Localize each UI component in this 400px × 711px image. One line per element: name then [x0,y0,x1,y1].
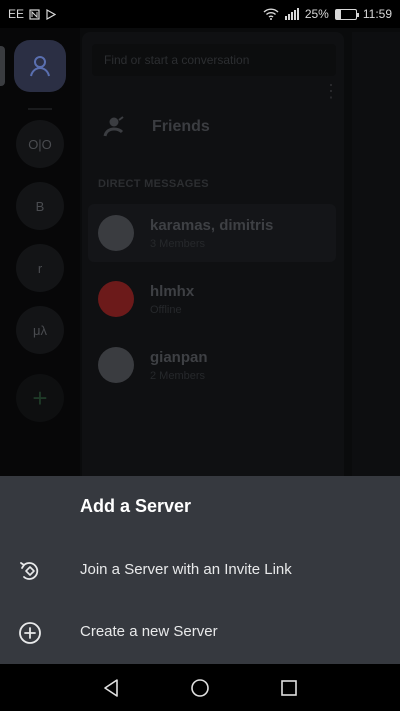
recents-button[interactable] [275,674,303,702]
sheet-title: Add a Server [80,496,192,516]
dm-name: gianpan [150,349,208,366]
play-store-icon [46,8,57,20]
status-left: EE [8,7,57,21]
search-input[interactable]: Find or start a conversation [92,44,336,76]
add-circle-icon [19,622,41,644]
server-icon[interactable]: r [16,244,64,292]
carrier-label: EE [8,7,25,21]
signal-icon [284,8,299,20]
background-app: O|O B r μλ + Find or start a conversatio… [0,28,400,476]
home-icon [191,679,209,697]
nfc-icon [29,8,40,20]
wifi-icon [263,8,279,20]
add-server-sheet: Add a Server Join a Server with an Invit… [0,476,400,664]
join-server-option[interactable]: Join a Server with an Invite Link [0,543,400,599]
dm-subtitle: 3 Members [150,238,206,250]
clock: 11:59 [362,7,392,21]
friends-icon [103,116,124,137]
back-icon [104,679,118,697]
add-server-button[interactable]: + [16,374,64,422]
dm-panel: Find or start a conversation ⋮ Friends D… [82,32,344,476]
friends-item[interactable]: Friends [102,114,210,140]
dm-row[interactable]: karamas, dimitris 3 Members [88,204,336,262]
join-link-icon [20,562,39,580]
dm-subtitle: 2 Members [150,370,206,382]
status-bar: EE 25% 11:59 [0,0,400,28]
server-icon[interactable]: B [16,182,64,230]
join-server-label: Join a Server with an Invite Link [80,561,292,578]
right-panel-peek [352,32,400,476]
dm-subtitle: Offline [150,304,182,316]
avatar [98,281,134,317]
status-right: 25% 11:59 [263,7,392,21]
battery-icon [334,8,359,20]
battery-fill [335,9,341,19]
battery-percent: 25% [304,7,329,21]
people-icon [30,56,50,77]
selected-pill [0,46,5,86]
friends-label: Friends [152,118,210,135]
dm-name: hlmhx [150,283,195,300]
home-button[interactable] [14,40,66,92]
rail-divider [28,108,52,110]
dm-name: karamas, dimitris [150,217,274,234]
back-button[interactable] [97,674,125,702]
dm-row[interactable]: gianpan 2 Members [88,336,336,394]
recents-icon [281,680,297,696]
overflow-menu-icon[interactable]: ⋮ [322,82,340,100]
dm-section-header: DIRECT MESSAGES [98,178,209,190]
server-icon[interactable]: μλ [16,306,64,354]
server-rail: O|O B r μλ + [0,28,80,476]
create-server-label: Create a new Server [80,623,218,640]
avatar [98,347,134,383]
home-nav-button[interactable] [186,674,214,702]
create-server-option[interactable]: Create a new Server [0,605,400,661]
navigation-bar [0,664,400,711]
dm-row[interactable]: hlmhx Offline [88,270,336,328]
server-icon[interactable]: O|O [16,120,64,168]
avatar [98,215,134,251]
